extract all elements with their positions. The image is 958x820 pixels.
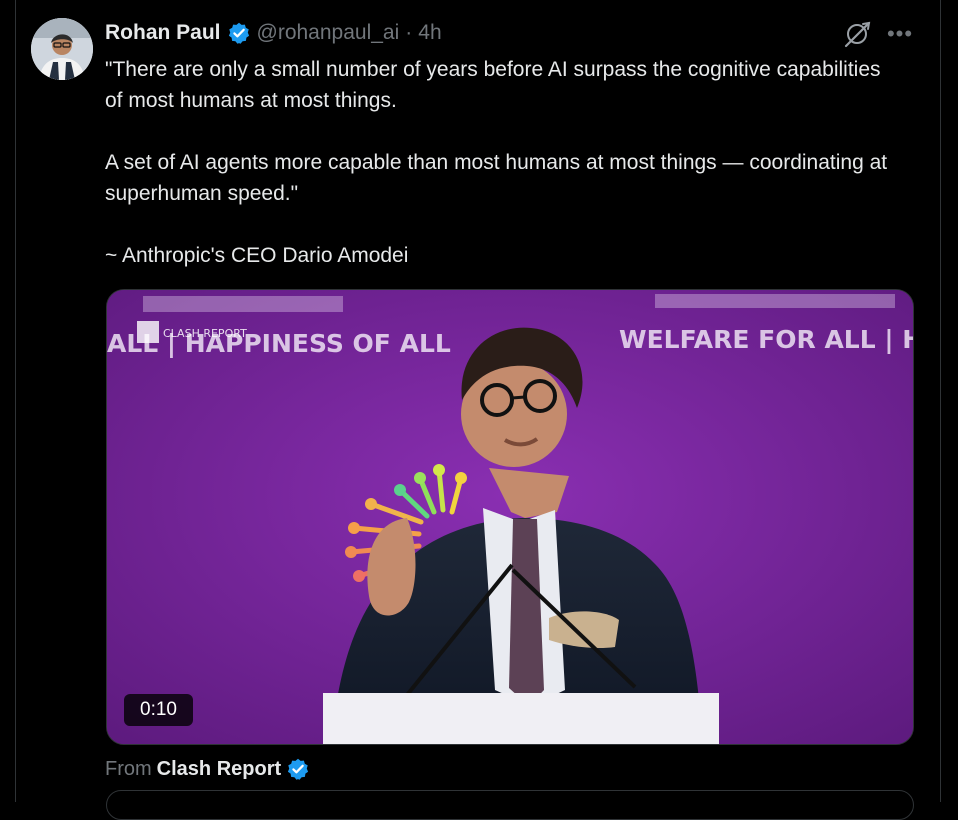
banner-top-right: WELFARE FOR ALL | HAP <box>619 325 914 354</box>
tweet-line-2: A set of AI agents more capable than mos… <box>105 151 888 205</box>
source-verified-icon <box>286 757 310 781</box>
timestamp[interactable]: 4h <box>418 21 441 45</box>
from-label: From <box>105 757 152 780</box>
attribution: From Clash Report <box>105 757 310 781</box>
avatar[interactable] <box>31 18 93 80</box>
watermark-logo-icon <box>137 321 159 343</box>
right-frame <box>940 0 958 802</box>
grok-icon[interactable] <box>842 18 874 50</box>
video-frame: ALL | HAPPINESS OF ALL WELFARE FOR ALL |… <box>107 290 914 744</box>
video-player[interactable]: ALL | HAPPINESS OF ALL WELFARE FOR ALL |… <box>106 289 914 745</box>
watermark-text: CLASH REPORT <box>163 327 247 340</box>
verified-badge-icon <box>227 21 251 45</box>
source-name[interactable]: Clash Report <box>157 758 281 781</box>
author-name[interactable]: Rohan Paul <box>105 21 221 45</box>
tweet-header: Rohan Paul @rohanpaul_ai · 4h <box>105 19 442 47</box>
separator-dot: · <box>405 21 413 44</box>
avatar-image <box>31 18 93 80</box>
video-duration: 0:10 <box>124 694 193 726</box>
tweet-line-3: ~ Anthropic's CEO Dario Amodei <box>105 244 409 267</box>
more-icon[interactable]: ••• <box>886 20 914 48</box>
tweet-line-1: "There are only a small number of years … <box>105 58 881 112</box>
partial-card <box>106 790 914 820</box>
tweet-text: "There are only a small number of years … <box>105 54 895 271</box>
podium <box>323 693 719 744</box>
author-handle[interactable]: @rohanpaul_ai <box>257 21 400 45</box>
left-frame <box>0 0 16 802</box>
